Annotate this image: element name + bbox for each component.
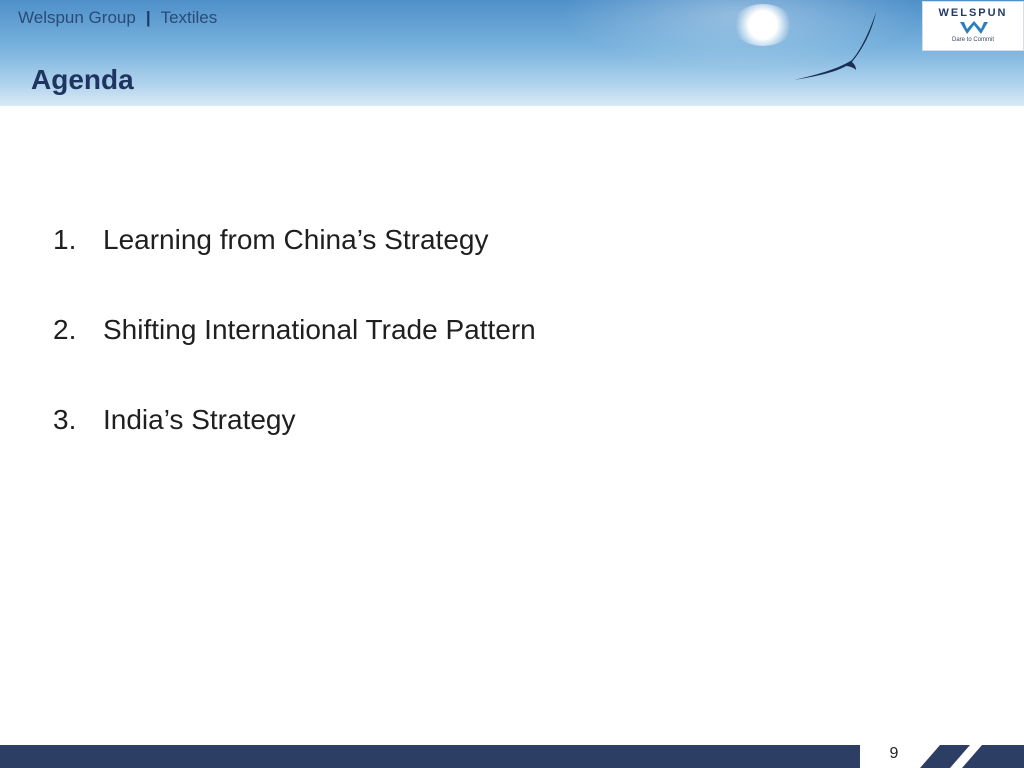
agenda-list: 1. Learning from China’s Strategy 2. Shi…: [53, 224, 536, 494]
agenda-item-text: India’s Strategy: [103, 404, 296, 435]
page-number: 9: [889, 745, 899, 762]
footer-bar: [0, 745, 1024, 768]
agenda-item: 3. India’s Strategy: [53, 404, 536, 494]
welspun-logo: WELSPUN Dare to Commit: [922, 1, 1024, 51]
logo-wordmark: WELSPUN: [938, 7, 1008, 19]
brand-section: Textiles: [160, 8, 218, 27]
welspun-logo-mark-icon: [960, 21, 988, 34]
agenda-item-text: Shifting International Trade Pattern: [103, 314, 536, 345]
agenda-item-text: Learning from China’s Strategy: [103, 224, 489, 255]
agenda-item-number: 3.: [53, 404, 77, 435]
brand-separator: |: [145, 8, 151, 27]
header-lower-band: [0, 88, 1024, 106]
agenda-item-number: 1.: [53, 224, 77, 255]
slide-title: Agenda: [31, 64, 134, 95]
sun-glow: [733, 4, 793, 46]
brand-name: Welspun Group: [18, 8, 136, 27]
agenda-item-number: 2.: [53, 314, 77, 345]
logo-tagline: Dare to Commit: [951, 37, 994, 43]
bird-icon: [794, 12, 876, 80]
agenda-item: 1. Learning from China’s Strategy: [53, 224, 536, 314]
brand-line: Welspun Group | Textiles: [18, 8, 217, 28]
footer-diagonal-stripes: [920, 745, 1024, 768]
agenda-item: 2. Shifting International Trade Pattern: [53, 314, 536, 404]
